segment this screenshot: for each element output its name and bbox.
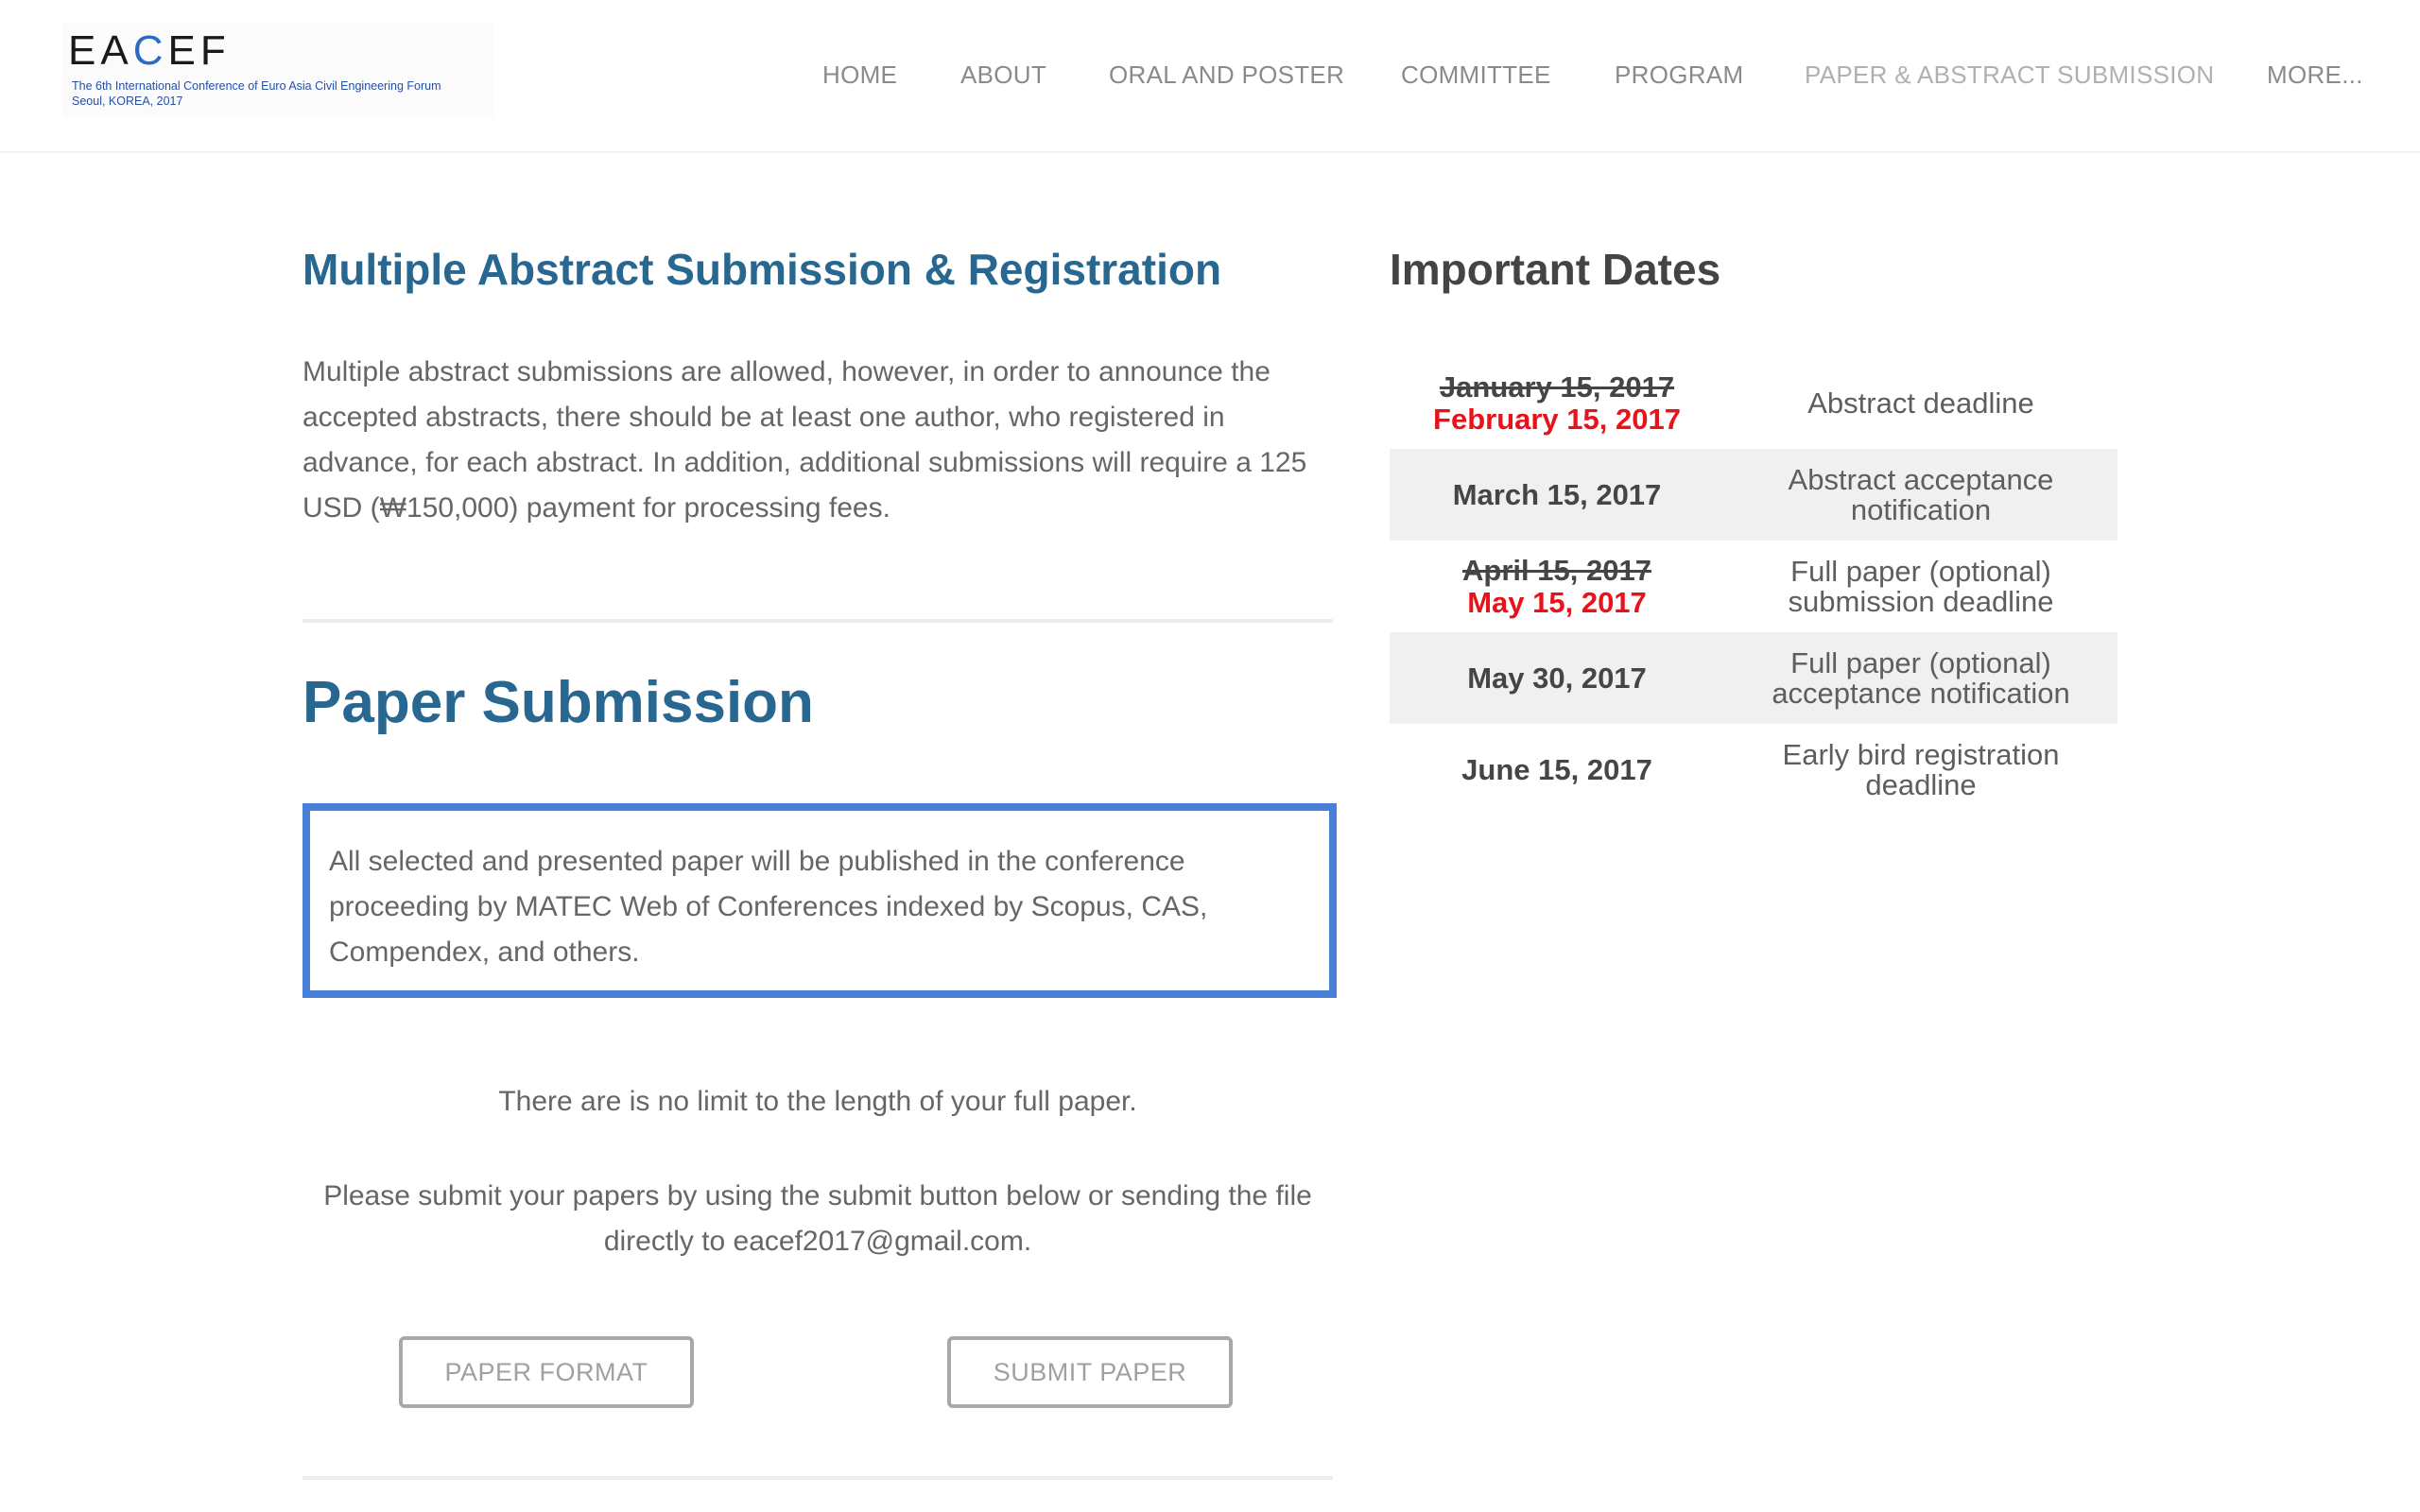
event-cell: Full paper (optional) acceptance notific… <box>1772 645 2070 710</box>
logo-location: Seoul, KOREA, 2017 <box>72 94 183 108</box>
section-divider <box>302 1476 1333 1480</box>
abstract-section-title: Multiple Abstract Submission & Registrat… <box>302 245 1222 294</box>
date-row: June 15, 2017 Early bird registration de… <box>1390 724 2118 816</box>
nav-item-home[interactable]: HOME <box>822 60 897 90</box>
nav-item-paper-abstract-submission[interactable]: PAPER & ABSTRACT SUBMISSION <box>1805 60 2214 90</box>
submission-instructions: Please submit your papers by using the s… <box>323 1180 1312 1257</box>
site-logo[interactable]: EACEF The 6th International Conference o… <box>62 23 493 117</box>
date-row: January 15, 2017 February 15, 2017 Abstr… <box>1390 357 2118 449</box>
date-row: May 30, 2017 Full paper (optional) accep… <box>1390 632 2118 724</box>
date-cell: April 15, 2017 May 15, 2017 <box>1390 553 1724 619</box>
revised-date: February 15, 2017 <box>1433 402 1681 436</box>
section-divider <box>302 619 1333 623</box>
site-header: EACEF The 6th International Conference o… <box>0 0 2420 153</box>
original-date: April 15, 2017 <box>1462 553 1651 587</box>
revised-date: May 15, 2017 <box>1467 585 1647 619</box>
publication-callout: All selected and presented paper will be… <box>302 803 1337 998</box>
important-dates-table: January 15, 2017 February 15, 2017 Abstr… <box>1390 357 2118 816</box>
nav-item-committee[interactable]: COMMITTEE <box>1401 60 1551 90</box>
paper-format-button[interactable]: PAPER FORMAT <box>399 1336 694 1408</box>
date-cell: May 30, 2017 <box>1467 661 1647 695</box>
submit-paper-button[interactable]: SUBMIT PAPER <box>947 1336 1233 1408</box>
nav-item-more[interactable]: MORE... <box>2267 60 2363 90</box>
nav-item-about[interactable]: ABOUT <box>960 60 1046 90</box>
logo-wordmark: EACEF <box>68 27 231 74</box>
date-cell: March 15, 2017 <box>1452 477 1662 511</box>
date-cell: June 15, 2017 <box>1461 752 1652 786</box>
logo-subtitle: The 6th International Conference of Euro… <box>72 79 441 93</box>
date-row: April 15, 2017 May 15, 2017 Full paper (… <box>1390 541 2118 632</box>
abstract-section-text: Multiple abstract submissions are allowe… <box>302 356 1307 524</box>
date-row: March 15, 2017 Abstract acceptance notif… <box>1390 449 2118 541</box>
event-cell: Abstract acceptance notification <box>1788 462 2054 526</box>
event-cell: Abstract deadline <box>1807 386 2034 420</box>
date-cell: January 15, 2017 February 15, 2017 <box>1390 369 1724 436</box>
event-cell: Full paper (optional) submission deadlin… <box>1788 554 2054 618</box>
original-date: January 15, 2017 <box>1439 369 1675 404</box>
important-dates-title: Important Dates <box>1390 245 1721 294</box>
nav-item-program[interactable]: PROGRAM <box>1615 60 1743 90</box>
paper-section-title: Paper Submission <box>302 670 814 735</box>
publication-callout-text: All selected and presented paper will be… <box>329 846 1208 968</box>
paper-length-note: There are is no limit to the length of y… <box>498 1086 1137 1117</box>
nav-item-oral-and-poster[interactable]: ORAL AND POSTER <box>1109 60 1344 90</box>
event-cell: Early bird registration deadline <box>1782 737 2060 801</box>
